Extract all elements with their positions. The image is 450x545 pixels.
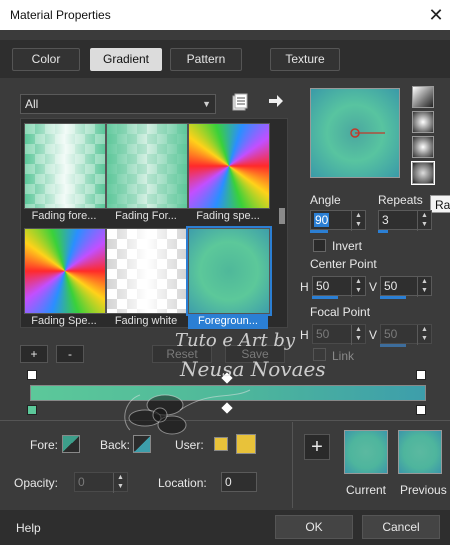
previous-label: Previous — [400, 483, 447, 497]
gallery-item-selected[interactable]: Foregroun... — [186, 226, 272, 329]
tab-gradient[interactable]: Gradient — [90, 48, 162, 71]
gradient-preview[interactable] — [310, 88, 400, 178]
center-v-slider[interactable] — [380, 296, 406, 299]
category-value: All — [25, 97, 39, 111]
opacity-spin-buttons[interactable]: ▲ ▼ — [113, 473, 127, 493]
center-h-slider[interactable] — [312, 296, 338, 299]
gallery-item[interactable]: Fading white — [106, 228, 188, 329]
focal-h-label: H — [300, 328, 309, 342]
repeats-label: Repeats — [378, 193, 423, 207]
focal-v-spin-buttons[interactable]: ▲ ▼ — [417, 325, 431, 345]
focal-v-value: 50 — [384, 327, 398, 341]
center-h-label: H — [300, 280, 309, 294]
focal-v-slider[interactable] — [380, 344, 406, 347]
window-title: Material Properties — [10, 8, 111, 22]
previous-sample[interactable] — [398, 430, 442, 474]
link-label: Link — [332, 349, 355, 363]
chevron-down-icon: ▼ — [202, 99, 211, 109]
current-sample[interactable] — [344, 430, 388, 474]
repeats-value: 3 — [382, 213, 389, 227]
linear-style-icon[interactable] — [412, 86, 434, 108]
gradient-swatch — [24, 228, 106, 314]
gallery-item[interactable]: Fading For... — [106, 123, 188, 224]
center-v-value: 50 — [384, 279, 398, 293]
arrow-right-icon[interactable] — [268, 93, 284, 109]
opacity-stepper[interactable]: 0 ▲ ▼ — [74, 472, 128, 493]
help-link[interactable]: Help — [16, 521, 41, 535]
repeats-spin-buttons[interactable]: ▲ ▼ — [417, 211, 431, 231]
sunburst-style-icon[interactable] — [412, 136, 434, 158]
repeats-stepper[interactable]: 3 ▲ ▼ — [378, 210, 432, 231]
cancel-button[interactable]: Cancel — [362, 515, 440, 539]
add-stop-button[interactable]: + — [20, 345, 48, 363]
fore-swatch[interactable] — [62, 435, 80, 453]
current-label: Current — [346, 483, 387, 497]
location-field[interactable]: 0 — [221, 472, 257, 492]
gallery-item-label: Fading white — [114, 315, 178, 327]
color-stop-left[interactable] — [27, 405, 37, 415]
center-point-label: Center Point — [310, 257, 377, 271]
rectangular-style-icon[interactable] — [412, 111, 434, 133]
gradient-swatch — [106, 123, 188, 209]
fore-label: Fore: — [30, 438, 59, 452]
watermark-line1: Tuto e Art by — [175, 330, 296, 351]
gallery-item[interactable]: Fading Spe... — [24, 228, 106, 329]
gallery-item-label: Fading For... — [115, 210, 177, 222]
invert-label: Invert — [332, 239, 363, 253]
focal-point-label: Focal Point — [310, 305, 371, 319]
angle-value: 90 — [314, 213, 330, 227]
focal-h-spin-buttons[interactable]: ▲ ▼ — [351, 325, 365, 345]
gallery-item[interactable]: Fading fore... — [24, 123, 106, 224]
style-tooltip: Rad — [430, 195, 450, 213]
focal-v-label: V — [369, 328, 378, 342]
location-label: Location: — [158, 476, 207, 490]
center-v-stepper[interactable]: 50 ▲ ▼ — [380, 276, 432, 297]
center-v-label: V — [369, 280, 378, 294]
location-value: 0 — [225, 475, 232, 489]
resource-manager-icon[interactable] — [232, 93, 248, 111]
tab-texture[interactable]: Texture — [270, 48, 340, 71]
angle-spin-buttons[interactable]: ▲ ▼ — [351, 211, 365, 231]
close-icon[interactable]: ✕ — [424, 3, 448, 27]
watermark-line2: Neusa Novaes — [180, 357, 326, 381]
repeats-slider[interactable] — [378, 230, 388, 233]
angle-stepper[interactable]: 90 ▲ ▼ — [310, 210, 366, 231]
title-bar: Material Properties ✕ — [0, 0, 450, 30]
gallery-item[interactable]: Fading spe... — [188, 123, 270, 224]
transparency-stop-right[interactable] — [416, 370, 426, 380]
center-v-spin-buttons[interactable]: ▲ ▼ — [417, 277, 431, 297]
gallery-item-label: Fading spe... — [196, 210, 260, 222]
gradient-swatch — [24, 123, 106, 209]
gallery-item-label: Fading fore... — [31, 210, 97, 222]
focal-h-stepper[interactable]: 50 ▲ ▼ — [312, 324, 366, 345]
remove-stop-button[interactable]: - — [56, 345, 84, 363]
gradient-swatch — [188, 123, 270, 209]
angle-label: Angle — [310, 193, 341, 207]
focal-h-value: 50 — [316, 327, 330, 341]
tab-pattern[interactable]: Pattern — [170, 48, 242, 71]
color-stop-right[interactable] — [416, 405, 426, 415]
category-dropdown[interactable]: All ▼ — [20, 94, 216, 114]
center-h-spin-buttons[interactable]: ▲ ▼ — [351, 277, 365, 297]
angle-slider[interactable] — [310, 230, 328, 233]
gallery-item-label: Fading Spe... — [31, 315, 97, 327]
gallery-scrollbar[interactable] — [278, 120, 286, 325]
scrollbar-thumb[interactable] — [279, 208, 285, 224]
opacity-label: Opacity: — [14, 476, 59, 490]
radial-style-icon[interactable] — [411, 161, 435, 185]
invert-checkbox[interactable] — [313, 239, 326, 252]
gallery-item-label: Foregroun... — [188, 315, 268, 329]
opacity-value: 0 — [78, 475, 85, 489]
tab-color[interactable]: Color — [12, 48, 80, 71]
gradient-swatch — [106, 228, 188, 314]
gradient-swatch — [186, 226, 272, 316]
focal-v-stepper[interactable]: 50 ▲ ▼ — [380, 324, 432, 345]
ok-button[interactable]: OK — [275, 515, 353, 539]
center-h-value: 50 — [316, 279, 330, 293]
center-h-stepper[interactable]: 50 ▲ ▼ — [312, 276, 366, 297]
transparency-stop-left[interactable] — [27, 370, 37, 380]
